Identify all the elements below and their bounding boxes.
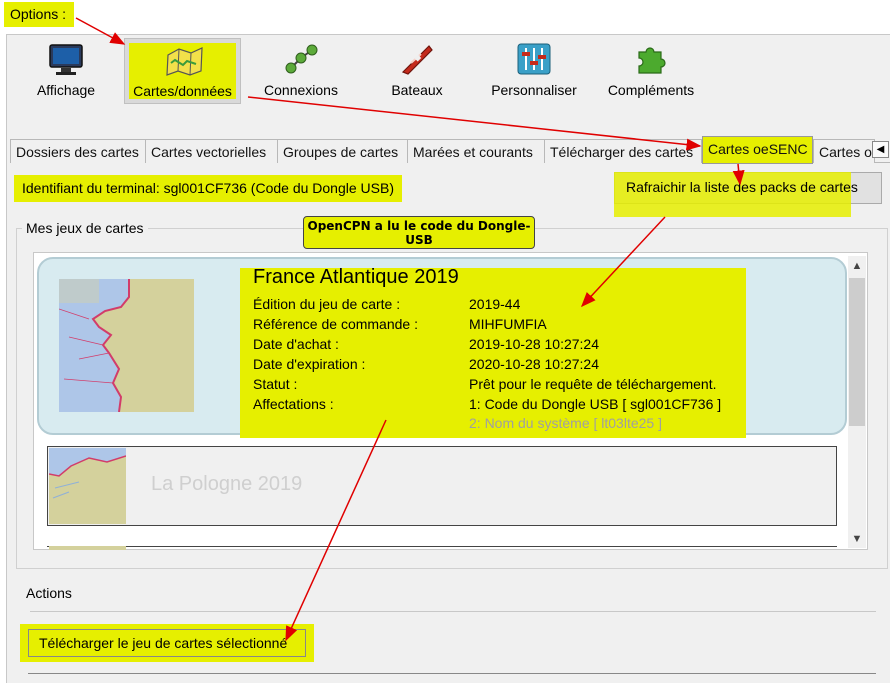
chart-field-row: Date d'expiration : 2020-10-28 10:27:24 (240, 356, 846, 376)
field-value: 2019-44 (469, 296, 521, 312)
chart-set-card-partial[interactable] (47, 546, 837, 551)
my-charts-title: Mes jeux de cartes (22, 220, 148, 236)
toolbar-connexions[interactable]: Connexions (258, 40, 344, 104)
chart-set-title: La Pologne 2019 (151, 473, 303, 495)
toolbar-cartes-donnees[interactable]: Cartes/données (124, 38, 241, 104)
options-annotation-label: Options : (4, 2, 74, 27)
chart-field-row: Référence de commande : MIHFUMFIA (240, 316, 846, 336)
display-monitor-icon (48, 42, 84, 76)
tab-cartes-overflow[interactable]: Cartes o (813, 139, 875, 163)
tab-groupes-de-cartes[interactable]: Groupes de cartes (277, 139, 408, 163)
refresh-button-text[interactable]: Rafraichir la liste des packs de cartes (626, 179, 858, 195)
toolbar-label: Affichage (36, 82, 96, 98)
toolbar-label: Bateaux (391, 82, 443, 98)
tab-telecharger-des-cartes[interactable]: Télécharger des cartes (544, 139, 702, 163)
field-key: Affectations : (253, 396, 334, 412)
tab-dossiers-des-cartes[interactable]: Dossiers des cartes (10, 139, 146, 163)
device-id-text: Identifiant du terminal: sgl001CF736 (Co… (14, 175, 402, 202)
scroll-up-arrow-icon[interactable]: ▲ (848, 257, 866, 275)
download-selected-chart-set-button[interactable]: Télécharger le jeu de cartes sélectionné (20, 624, 314, 662)
puzzle-icon (633, 42, 669, 76)
field-key: Édition du jeu de carte : (253, 296, 401, 312)
toolbar-label: Cartes/données (133, 83, 232, 99)
bottom-divider (28, 673, 876, 674)
field-value: 2020-10-28 10:27:24 (469, 356, 599, 372)
tab-cartes-vectorielles[interactable]: Cartes vectorielles (145, 139, 278, 163)
toolbar-affichage[interactable]: Affichage (30, 40, 102, 104)
toolbar-label: Connexions (264, 82, 338, 98)
field-value: MIHFUMFIA (469, 316, 547, 332)
tab-scroll-left-button[interactable]: ◀ (872, 141, 889, 158)
sliders-icon (516, 42, 552, 76)
chart-field-row: Date d'achat : 2019-10-28 10:27:24 (240, 336, 846, 356)
field-key: Référence de commande : (253, 316, 418, 332)
field-value: 2: Nom du système [ lt03lte25 ] (469, 415, 662, 431)
toolbar-complements[interactable]: Compléments (603, 40, 699, 104)
toolbar-label: Compléments (607, 82, 695, 98)
chart-thumbnail-partial (49, 546, 126, 550)
field-value: 1: Code du Dongle USB [ sgl001CF736 ] (469, 396, 722, 412)
field-key: Date d'expiration : (253, 356, 366, 372)
tab-cartes-oesenc[interactable]: Cartes oeSENC (702, 136, 813, 164)
field-value: 2019-10-28 10:27:24 (469, 336, 599, 352)
scroll-down-arrow-icon[interactable]: ▼ (848, 530, 866, 548)
chart-field-row: 2: Nom du système [ lt03lte25 ] (240, 415, 846, 435)
chart-thumbnail-france (58, 279, 194, 413)
download-button-label: Télécharger le jeu de cartes sélectionné (39, 635, 288, 651)
dongle-callout: OpenCPN a lu le code du Dongle-USB (303, 216, 535, 249)
toolbar-label: Personnaliser (491, 82, 577, 98)
chart-set-title: France Atlantique 2019 (253, 266, 459, 288)
field-value: Prêt pour le requête de téléchargement. (469, 376, 717, 392)
chart-field-row: Affectations : 1: Code du Dongle USB [ s… (240, 396, 846, 416)
tab-strip: Dossiers des cartes Cartes vectorielles … (10, 136, 890, 164)
tab-marees-et-courants[interactable]: Marées et courants (407, 139, 545, 163)
field-key: Date d'achat : (253, 336, 339, 352)
charts-folder-icon (165, 43, 203, 77)
toolbar-personnaliser[interactable]: Personnaliser (488, 40, 580, 104)
toolbar-bateaux[interactable]: Bateaux (385, 40, 449, 104)
actions-title: Actions (26, 585, 76, 601)
boat-icon (399, 42, 435, 76)
actions-divider (30, 611, 876, 612)
chart-field-row: Statut : Prêt pour le requête de télécha… (240, 376, 846, 396)
field-key: Statut : (253, 376, 298, 392)
chart-field-row: Édition du jeu de carte : 2019-44 (240, 296, 846, 316)
scrollbar-thumb[interactable] (849, 278, 865, 426)
connections-icon (283, 42, 319, 76)
chart-thumbnail-pologne (48, 448, 127, 524)
